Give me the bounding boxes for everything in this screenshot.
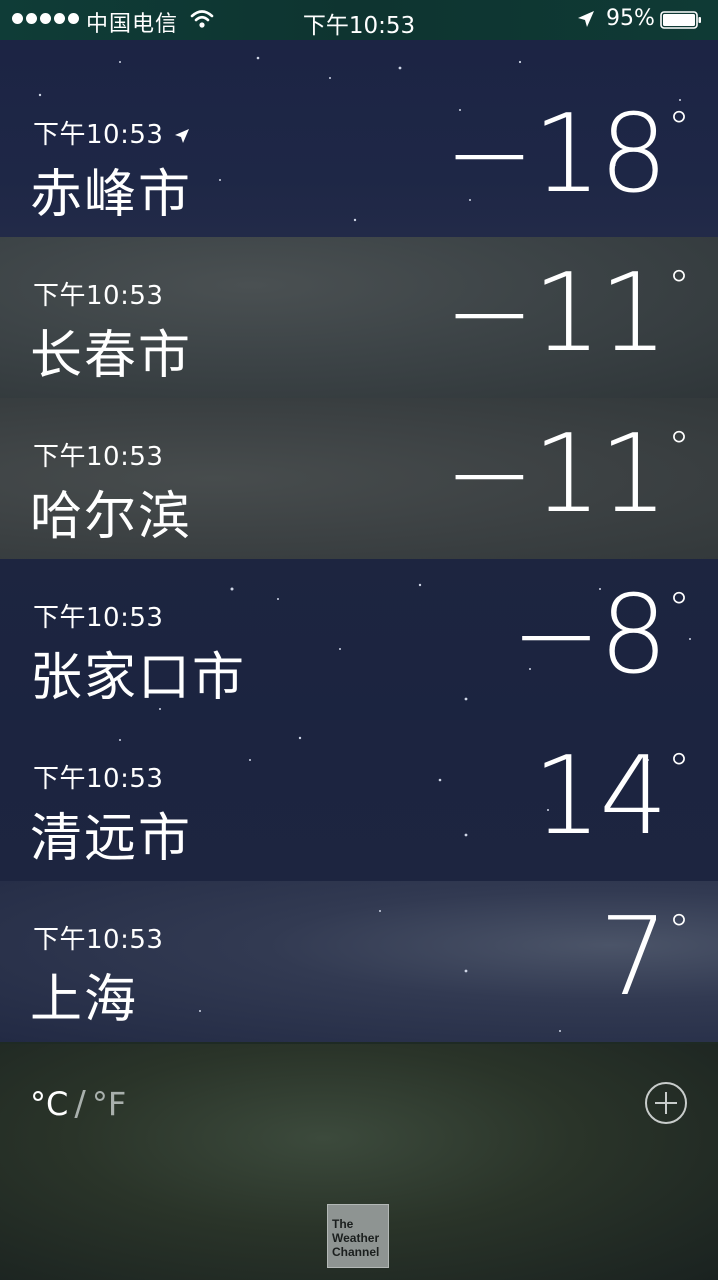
- city-row[interactable]: 下午10:53 张家口市 −8 °: [0, 559, 718, 720]
- status-bar: 中国电信 下午10:53 95%: [0, 0, 718, 40]
- degree-symbol: °: [668, 422, 690, 473]
- city-row[interactable]: 下午10:53 长春市 −11 °: [0, 237, 718, 398]
- city-local-time: 下午10:53: [33, 925, 164, 955]
- city-name: 哈尔滨: [30, 487, 193, 547]
- city-temperature: −11: [444, 412, 668, 537]
- city-name: 张家口市: [30, 648, 247, 708]
- city-row[interactable]: 下午10:53 哈尔滨 −11 °: [0, 398, 718, 559]
- unit-separator: /: [74, 1084, 86, 1124]
- city-name: 赤峰市: [30, 165, 193, 225]
- city-local-time: 下午10:53: [33, 281, 164, 311]
- city-name: 上海: [30, 970, 139, 1030]
- battery-percent: 95%: [606, 6, 655, 31]
- degree-symbol: °: [668, 583, 690, 634]
- city-row[interactable]: 下午10:53 清远市 14 °: [0, 720, 718, 881]
- degree-symbol: °: [668, 744, 690, 795]
- location-arrow-icon: [175, 128, 190, 143]
- degree-symbol: °: [668, 905, 690, 956]
- city-name: 长春市: [30, 326, 193, 386]
- battery-icon: [660, 11, 701, 29]
- fahrenheit-option[interactable]: °F: [92, 1085, 126, 1123]
- celsius-option[interactable]: °C: [30, 1085, 68, 1123]
- city-row[interactable]: 下午10:53 赤峰市 −18 °: [0, 40, 718, 237]
- add-city-button[interactable]: [645, 1082, 687, 1124]
- city-temperature: −18: [444, 92, 668, 217]
- city-row[interactable]: 下午10:53 上海 7 °: [0, 881, 718, 1042]
- city-name: 清远市: [30, 809, 193, 869]
- city-temperature: 14: [532, 734, 668, 859]
- city-temperature: −11: [444, 251, 668, 376]
- footer-bar: °C / °F The Weather Channel: [0, 1044, 718, 1280]
- weather-channel-logo[interactable]: The Weather Channel: [327, 1204, 389, 1268]
- weather-city-list-screen: 中国电信 下午10:53 95% 下午10:53 赤峰市 −18 ° 下午10:…: [0, 0, 718, 1280]
- city-local-time: 下午10:53: [33, 442, 164, 472]
- degree-symbol: °: [668, 261, 690, 312]
- city-local-time: 下午10:53: [33, 114, 191, 151]
- city-temperature: −8: [510, 573, 668, 698]
- city-temperature: 7: [599, 895, 668, 1020]
- city-local-time: 下午10:53: [33, 764, 164, 794]
- city-list: 下午10:53 赤峰市 −18 ° 下午10:53 长春市 −11 ° 下午10…: [0, 40, 718, 1042]
- unit-toggle[interactable]: °C / °F: [30, 1084, 126, 1124]
- city-local-time: 下午10:53: [33, 603, 164, 633]
- degree-symbol: °: [668, 102, 690, 153]
- location-arrow-icon: [578, 11, 594, 27]
